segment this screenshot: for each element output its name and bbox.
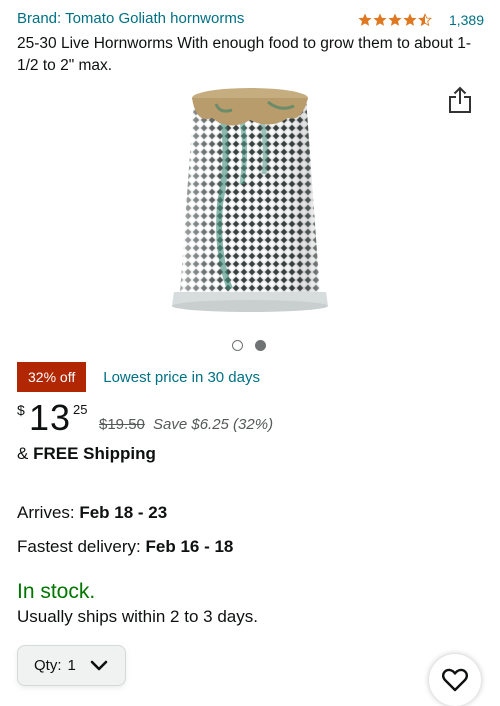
review-count[interactable]: 1,389 xyxy=(449,12,484,28)
list-price: $19.50 xyxy=(99,416,145,433)
discount-badge: 32% off xyxy=(17,362,87,392)
carousel-dot[interactable] xyxy=(232,340,243,351)
savings-text: Save $6.25 (32%) xyxy=(153,416,274,433)
fastest-delivery: Fastest delivery: Feb 16 - 18 xyxy=(17,537,233,557)
product-title: 25-30 Live Hornworms With enough food to… xyxy=(17,35,472,74)
fastest-label: Fastest delivery: xyxy=(17,537,146,556)
price-fraction: 25 xyxy=(73,402,88,417)
quantity-label: Qty: xyxy=(34,657,62,674)
price-currency: $ xyxy=(17,402,25,418)
heart-icon xyxy=(442,668,468,692)
arrival-estimate: Arrives: Feb 18 - 23 xyxy=(17,503,167,523)
deal-text: Lowest price in 30 days xyxy=(103,368,260,386)
quantity-value: 1 xyxy=(67,657,76,674)
carousel-dot-active[interactable] xyxy=(255,340,266,351)
rating-summary[interactable]: 1,389 xyxy=(358,12,484,28)
share-icon[interactable] xyxy=(448,86,472,114)
price-whole: 13 xyxy=(29,397,72,438)
free-shipping-label: FREE Shipping xyxy=(33,444,156,463)
star-icon xyxy=(388,13,402,26)
wishlist-button[interactable] xyxy=(429,654,481,706)
shipping-info: & FREE Shipping xyxy=(17,444,156,464)
shipping-prefix: & xyxy=(17,444,34,463)
product-image[interactable] xyxy=(160,84,340,316)
star-icon xyxy=(373,13,387,26)
chevron-down-icon xyxy=(90,660,108,670)
fastest-date: Feb 16 - 18 xyxy=(145,537,234,556)
deal-row: 32% off Lowest price in 30 days xyxy=(17,362,260,392)
quantity-selector[interactable]: Qty: 1 xyxy=(17,645,126,686)
image-carousel-indicator[interactable] xyxy=(232,340,266,351)
star-rating xyxy=(358,13,432,27)
arrives-label: Arrives: xyxy=(17,503,80,522)
arrives-date: Feb 18 - 23 xyxy=(79,503,168,522)
brand-row: Brand: Tomato Goliath hornworms 1,389 xyxy=(17,10,484,30)
brand-link[interactable]: Brand: Tomato Goliath hornworms xyxy=(17,10,244,27)
star-icon xyxy=(358,13,372,26)
ships-within-text: Usually ships within 2 to 3 days. xyxy=(17,607,258,626)
star-half-icon xyxy=(418,13,432,27)
stock-status: In stock. xyxy=(17,580,96,603)
star-icon xyxy=(403,13,417,26)
